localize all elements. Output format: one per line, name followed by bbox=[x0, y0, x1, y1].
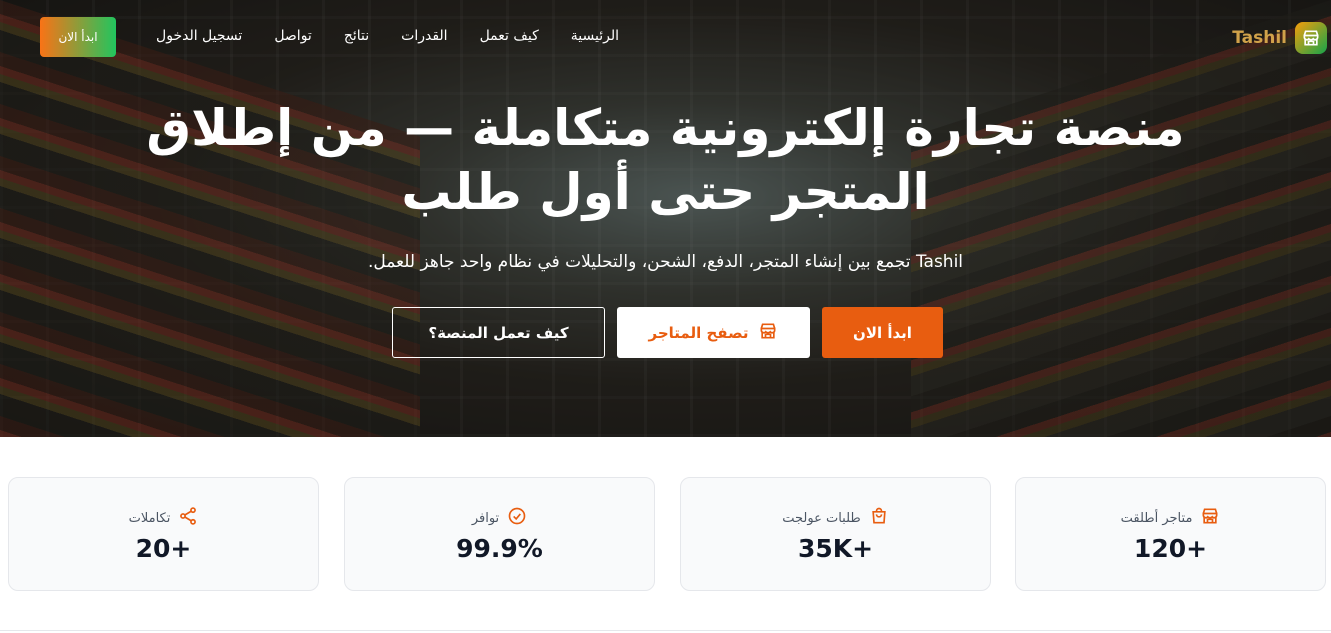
nav-link-capabilities[interactable]: القدرات bbox=[401, 28, 447, 44]
top-navbar: Tashil الرئيسية كيف تعمل القدرات نتائج ت… bbox=[0, 0, 1331, 74]
section-divider bbox=[0, 630, 1331, 631]
start-now-button[interactable]: ابدأ الان bbox=[822, 307, 943, 358]
stat-label: طلبات عولجت bbox=[782, 510, 861, 526]
stat-label: توافر bbox=[471, 510, 500, 526]
browse-stores-button[interactable]: تصفح المتاجر bbox=[617, 307, 810, 358]
stat-label: متاجر أطلقت bbox=[1120, 510, 1193, 526]
stat-value: 99.9% bbox=[456, 534, 543, 563]
stat-card-integrations: تكاملات 20+ bbox=[8, 477, 319, 591]
stat-card-orders: طلبات عولجت 35K+ bbox=[680, 477, 991, 591]
how-it-works-button[interactable]: كيف تعمل المنصة؟ bbox=[392, 307, 605, 358]
nav-start-button[interactable]: ابدأ الان bbox=[40, 17, 116, 57]
stat-card-header: توافر bbox=[345, 506, 654, 530]
stat-value: 20+ bbox=[135, 534, 192, 563]
store-icon bbox=[758, 321, 778, 345]
nav-link-results[interactable]: نتائج bbox=[344, 28, 369, 44]
nav-link-home[interactable]: الرئيسية bbox=[571, 28, 619, 44]
brand-logo[interactable]: Tashil bbox=[1232, 22, 1327, 54]
stat-card-stores: متاجر أطلقت 120+ bbox=[1015, 477, 1326, 591]
stat-value: 35K+ bbox=[797, 534, 874, 563]
check-circle-icon bbox=[507, 506, 527, 530]
stats-section: متاجر أطلقت 120+ طلبات عولجت 35K+ توافر bbox=[0, 477, 1331, 591]
bag-icon bbox=[869, 506, 889, 530]
nav-links: الرئيسية كيف تعمل القدرات نتائج تواصل تس… bbox=[156, 28, 619, 44]
hero-title: منصة تجارة إلكترونية متكاملة — من إطلاق … bbox=[60, 96, 1271, 224]
brand-name: Tashil bbox=[1232, 28, 1287, 48]
browse-stores-label: تصفح المتاجر bbox=[648, 323, 749, 342]
stat-card-availability: توافر 99.9% bbox=[344, 477, 655, 591]
stat-value: 120+ bbox=[1133, 534, 1208, 563]
hero-subtitle: Tashil تجمع بين إنشاء المتجر، الدفع، الش… bbox=[367, 252, 964, 272]
hero-section: Tashil الرئيسية كيف تعمل القدرات نتائج ت… bbox=[0, 0, 1331, 437]
hero-title-line-2: المتجر حتى أول طلب bbox=[401, 163, 930, 221]
nav-link-how-it-works[interactable]: كيف تعمل bbox=[480, 28, 539, 44]
stat-card-header: طلبات عولجت bbox=[681, 506, 990, 530]
stat-label: تكاملات bbox=[128, 510, 171, 526]
stat-card-header: متاجر أطلقت bbox=[1016, 506, 1325, 530]
store-icon bbox=[1200, 506, 1220, 530]
stat-card-header: تكاملات bbox=[9, 506, 318, 530]
hero-title-line-1: منصة تجارة إلكترونية متكاملة — من إطلاق bbox=[146, 99, 1185, 157]
nav-link-login[interactable]: تسجيل الدخول bbox=[156, 28, 242, 44]
share-icon bbox=[178, 506, 198, 530]
store-icon bbox=[1295, 22, 1327, 54]
nav-link-contact[interactable]: تواصل bbox=[274, 28, 312, 44]
